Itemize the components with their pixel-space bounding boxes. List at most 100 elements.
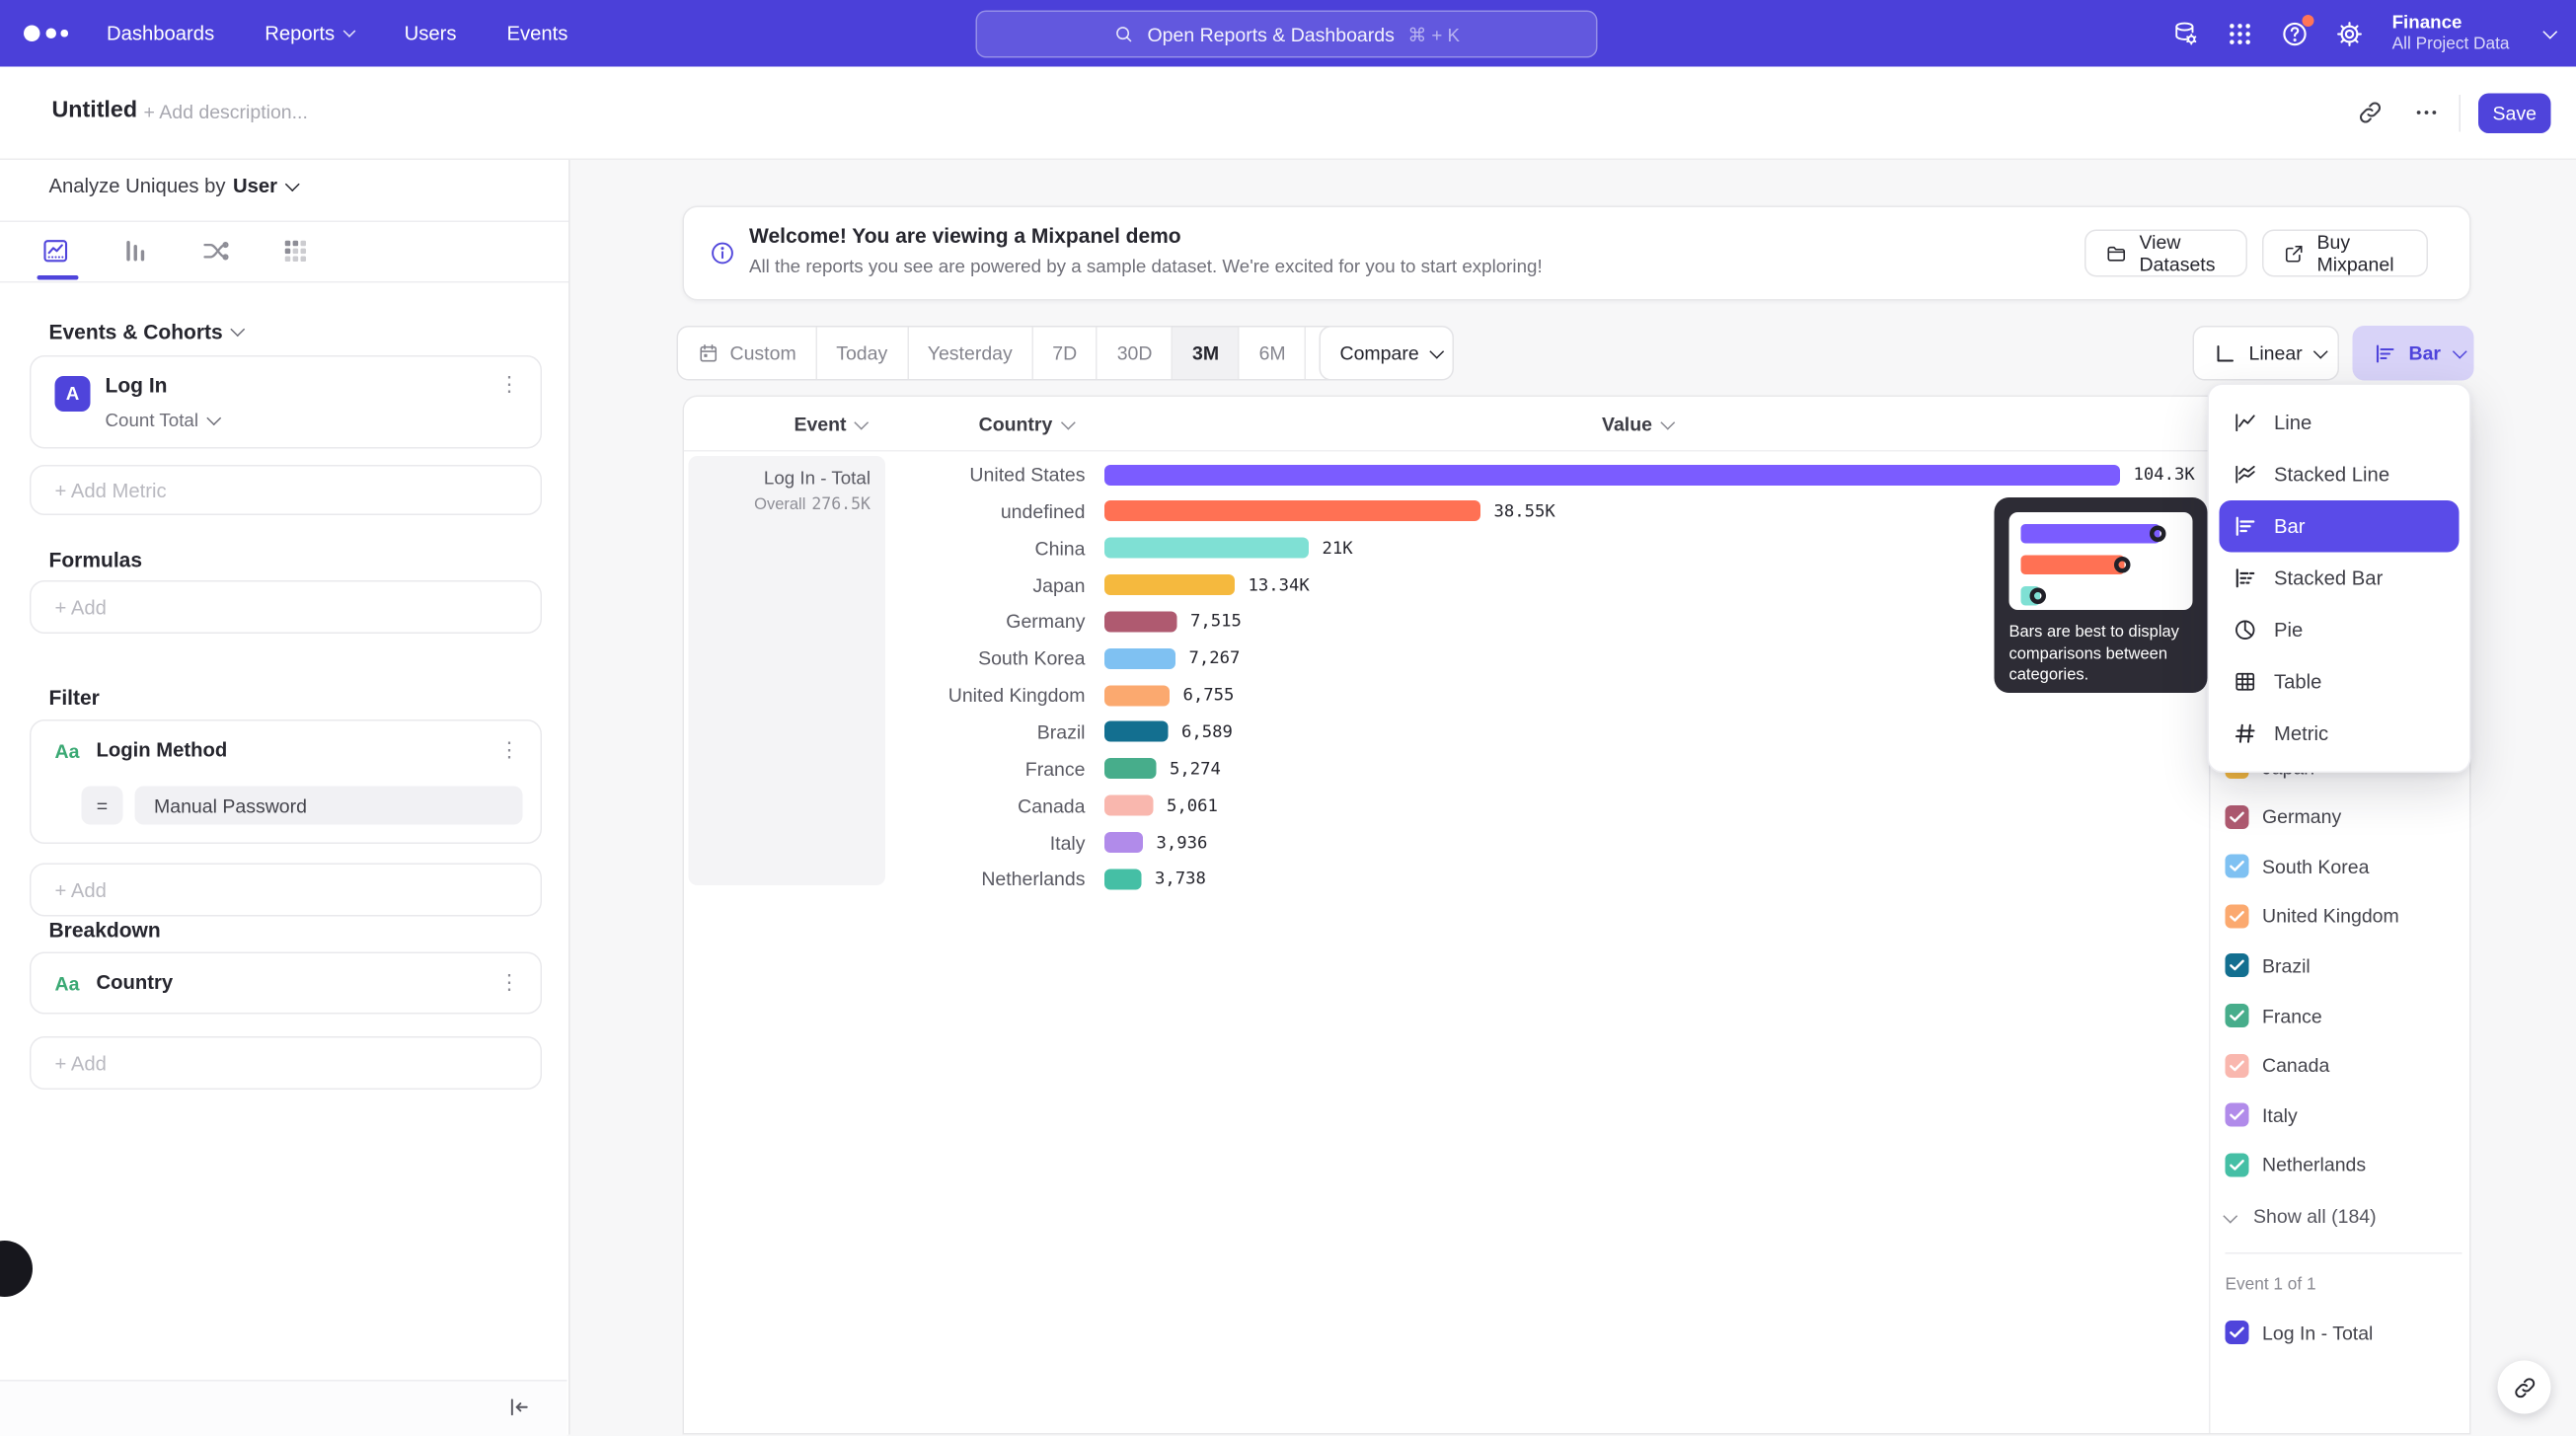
legend-item-south-korea[interactable]: South Korea [2226,852,2370,881]
collapse-sidebar-icon[interactable] [506,1395,532,1420]
filter-heading: Filter [49,686,100,710]
bar-brazil[interactable] [1104,721,1169,742]
nav-item-users[interactable]: Users [405,23,457,45]
bar-italy[interactable] [1104,832,1143,853]
menu-item-bar[interactable]: Bar [2220,500,2460,553]
chart-bar-row: Brazil6,589 [684,714,2209,751]
legend-checkbox[interactable] [2226,954,2249,978]
bar-united-states[interactable] [1104,464,2120,485]
line-chart-icon [2233,411,2258,436]
compare-button[interactable]: Compare [1320,326,1455,381]
breakdown-card-country[interactable]: Aa Country ⋮ [30,952,542,1015]
range-today[interactable]: Today [815,328,907,380]
report-title[interactable]: Untitled [52,98,138,124]
legend-label: South Korea [2262,856,2369,878]
data-management-icon[interactable] [2170,19,2200,48]
filter-kebab-icon[interactable]: ⋮ [499,739,522,760]
legend-item-brazil[interactable]: Brazil [2226,951,2311,981]
chart-type-bar-button[interactable]: Bar [2353,326,2474,381]
filter-property-name[interactable]: Login Method [97,739,228,762]
filter-card-login-method[interactable]: Aa Login Method ⋮ = Manual Password [30,719,542,844]
mixpanel-logo-icon[interactable] [24,26,67,42]
menu-item-stacked-line[interactable]: Stacked Line [2220,449,2460,501]
apps-grid-icon[interactable] [2225,19,2254,48]
events-cohorts-heading[interactable]: Events & Cohorts [49,320,244,343]
breakdown-kebab-icon[interactable]: ⋮ [499,971,522,992]
range-custom[interactable]: Custom [678,328,815,380]
bar-south-korea[interactable] [1104,648,1175,669]
bar-france[interactable] [1104,758,1157,779]
metric-name[interactable]: Log In [106,373,168,397]
country-column-header[interactable]: Country [979,414,1074,436]
menu-item-metric[interactable]: Metric [2220,708,2460,760]
settings-gear-icon[interactable] [2334,19,2364,48]
menu-item-stacked-bar[interactable]: Stacked Bar [2220,553,2460,605]
legend-item-italy[interactable]: Italy [2226,1100,2298,1130]
filter-value-chip[interactable]: Manual Password [135,787,523,825]
bar-undefined[interactable] [1104,501,1480,522]
menu-item-label: Line [2274,412,2311,434]
menu-item-pie[interactable]: Pie [2220,604,2460,656]
query-builder-sidebar: Analyze Uniques by User Events & Cohorts… [0,159,570,1436]
menu-item-table[interactable]: Table [2220,656,2460,709]
metric-kebab-icon[interactable]: ⋮ [499,373,522,394]
legend-item-netherlands[interactable]: Netherlands [2226,1150,2367,1179]
scale-linear-button[interactable]: Linear [2193,326,2340,381]
bar-japan[interactable] [1104,574,1235,595]
tab-funnels[interactable] [113,228,157,272]
analyze-value-dropdown[interactable]: User [233,175,298,197]
legend-event-label: Log In - Total [2262,1322,2373,1344]
legend-checkbox[interactable] [2226,1321,2249,1344]
add-formula-button[interactable]: + Add [30,580,542,634]
range-6m[interactable]: 6M [1239,328,1306,380]
legend-event-item[interactable]: Log In - Total [2226,1321,2374,1344]
nav-item-reports[interactable]: Reports [265,23,353,45]
bar-united-kingdom[interactable] [1104,685,1170,706]
metric-aggregation-dropdown[interactable]: Count Total [106,411,220,431]
legend-item-france[interactable]: France [2226,1001,2322,1030]
add-filter-button[interactable]: + Add [30,864,542,917]
legend-checkbox[interactable] [2226,1103,2249,1127]
legend-checkbox[interactable] [2226,904,2249,928]
bar-germany[interactable] [1104,611,1177,632]
copy-link-icon[interactable] [2357,100,2384,126]
legend-item-united-kingdom[interactable]: United Kingdom [2226,901,2399,931]
value-column-header[interactable]: Value [1602,414,1673,436]
legend-item-canada[interactable]: Canada [2226,1050,2330,1080]
legend-checkbox[interactable] [2226,804,2249,828]
bar-canada[interactable] [1104,795,1154,816]
add-metric-button[interactable]: + Add Metric [30,465,542,515]
legend-checkbox[interactable] [2226,1053,2249,1077]
legend-checkbox[interactable] [2226,855,2249,878]
view-datasets-button[interactable]: View Datasets [2084,230,2247,277]
range-3m[interactable]: 3M [1172,328,1239,380]
event-column-header[interactable]: Event [794,414,867,436]
save-button[interactable]: Save [2478,93,2551,133]
nav-item-events[interactable]: Events [507,23,568,45]
legend-show-all[interactable]: Show all (184) [2226,1205,2377,1228]
buy-mixpanel-button[interactable]: Buy Mixpanel [2262,230,2428,277]
nav-item-dashboards[interactable]: Dashboards [107,23,214,45]
breakdown-property-name[interactable]: Country [97,971,174,994]
tab-flows[interactable] [192,228,237,272]
metric-card-log-in[interactable]: A Log In ⋮ Count Total [30,355,542,449]
more-options-icon[interactable] [2413,100,2440,126]
range-7d[interactable]: 7D [1031,328,1096,380]
bar-china[interactable] [1104,538,1309,559]
legend-checkbox[interactable] [2226,1004,2249,1027]
add-breakdown-button[interactable]: + Add [30,1036,542,1090]
bar-netherlands[interactable] [1104,869,1142,889]
share-link-fab[interactable] [2498,1361,2551,1414]
project-switcher[interactable]: Finance All Project Data [2392,11,2510,55]
range-yesterday[interactable]: Yesterday [907,328,1032,380]
tab-retention[interactable] [272,228,317,272]
report-description-placeholder[interactable]: + Add description... [144,101,308,123]
global-search-input[interactable]: Open Reports & Dashboards ⌘ + K [976,11,1598,58]
range-30d[interactable]: 30D [1097,328,1172,380]
menu-item-line[interactable]: Line [2220,397,2460,449]
help-icon[interactable] [2280,19,2310,48]
tab-insights[interactable] [33,228,77,272]
legend-checkbox[interactable] [2226,1153,2249,1176]
filter-operator-chip[interactable]: = [82,787,123,825]
legend-item-germany[interactable]: Germany [2226,801,2342,831]
